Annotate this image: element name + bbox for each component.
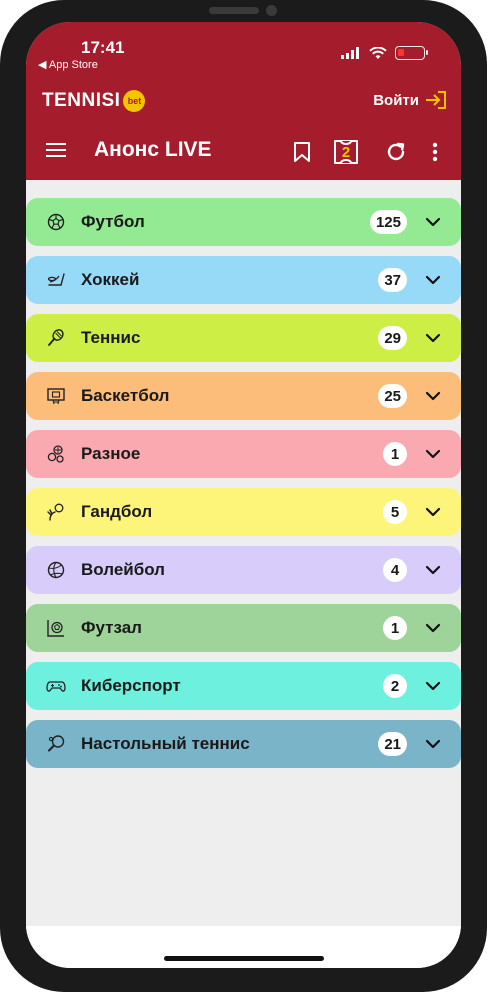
sport-name: Футбол [81, 212, 145, 231]
chevron-down-icon[interactable] [425, 446, 441, 462]
event-count-badge: 37 [378, 268, 407, 292]
chevron-down-icon[interactable] [425, 504, 441, 520]
chevron-down-icon[interactable] [425, 620, 441, 636]
login-button[interactable]: Войти [373, 90, 447, 110]
sport-name: Хоккей [81, 270, 140, 289]
event-count-badge: 25 [378, 384, 407, 408]
hamburger-menu-icon[interactable] [46, 142, 66, 158]
speaker-grille [209, 7, 259, 14]
basketball-icon [47, 388, 65, 405]
coupon-button[interactable]: 2 [332, 138, 360, 166]
sport-row-basketball[interactable]: Баскетбол 25 [26, 372, 461, 420]
coupon-count: 2 [341, 143, 351, 161]
event-count-badge: 2 [383, 674, 407, 698]
sport-row-tennis[interactable]: Теннис 29 [26, 314, 461, 362]
sport-name: Разное [81, 444, 141, 463]
sport-row-misc[interactable]: Разное 1 [26, 430, 461, 478]
sport-row-handball[interactable]: Гандбол 5 [26, 488, 461, 536]
sport-row-futsal[interactable]: Футзал 1 [26, 604, 461, 652]
event-count-badge: 125 [369, 210, 407, 234]
chevron-down-icon[interactable] [425, 214, 441, 230]
hockey-icon [47, 273, 65, 286]
toolbar: Анонс LIVE 2 [26, 130, 461, 174]
battery-icon [395, 46, 428, 60]
soccer-ball-icon [47, 213, 65, 231]
brand-bet-badge: bet [123, 90, 146, 112]
sport-name: Киберспорт [81, 676, 181, 695]
event-count-badge: 5 [383, 500, 407, 524]
login-icon [426, 91, 446, 109]
brand-logo[interactable]: TENNISI bet [42, 90, 146, 112]
brand-name: TENNISI [42, 90, 121, 111]
status-icons [341, 46, 428, 60]
sport-name: Теннис [81, 328, 141, 347]
event-count-badge: 29 [378, 326, 407, 350]
chevron-down-icon[interactable] [425, 678, 441, 694]
sport-name: Настольный теннис [81, 734, 250, 753]
app-screen: 17:41 ◀ App Store TENNISI bet Войти Анон… [26, 22, 461, 968]
sport-row-table-tennis[interactable]: Настольный теннис 21 [26, 720, 461, 768]
more-vertical-icon [432, 142, 438, 162]
handball-icon [47, 503, 64, 521]
login-label: Войти [373, 91, 419, 109]
page-title: Анонс LIVE [94, 138, 212, 161]
phone-frame: 17:41 ◀ App Store TENNISI bet Войти Анон… [0, 0, 487, 992]
app-header: 17:41 ◀ App Store TENNISI bet Войти Анон… [26, 22, 461, 180]
sport-row-volleyball[interactable]: Волейбол 4 [26, 546, 461, 594]
more-options-button[interactable] [421, 138, 449, 166]
volume-down-button [0, 318, 4, 388]
misc-sports-icon [47, 445, 64, 463]
tennis-icon [48, 329, 64, 346]
refresh-icon [387, 142, 405, 161]
chevron-down-icon[interactable] [425, 388, 441, 404]
futsal-icon [47, 620, 64, 637]
chevron-down-icon[interactable] [425, 330, 441, 346]
mute-switch [0, 146, 4, 186]
chevron-down-icon[interactable] [425, 562, 441, 578]
sport-row-hockey[interactable]: Хоккей 37 [26, 256, 461, 304]
refresh-button[interactable] [382, 138, 410, 166]
bottom-safe-area [26, 926, 461, 968]
sport-name: Баскетбол [81, 386, 170, 405]
sport-name: Волейбол [81, 560, 165, 579]
chevron-down-icon[interactable] [425, 272, 441, 288]
status-time: 17:41 [81, 38, 125, 57]
home-indicator[interactable] [164, 956, 324, 961]
table-tennis-icon [48, 735, 65, 752]
back-to-app-store[interactable]: ◀ App Store [38, 58, 98, 71]
sport-name: Футзал [81, 618, 142, 637]
cellular-signal-icon [341, 47, 359, 59]
sport-row-football[interactable]: Футбол 125 [26, 198, 461, 246]
event-count-badge: 1 [383, 442, 407, 466]
front-camera [266, 5, 277, 16]
gamepad-icon [46, 681, 66, 692]
wifi-icon [369, 46, 387, 59]
volleyball-icon [47, 561, 65, 579]
sport-row-esports[interactable]: Киберспорт 2 [26, 662, 461, 710]
chevron-down-icon[interactable] [425, 736, 441, 752]
event-count-badge: 1 [383, 616, 407, 640]
bookmark-icon [294, 142, 310, 162]
bookmark-button[interactable] [288, 138, 316, 166]
event-count-badge: 4 [383, 558, 407, 582]
volume-up-button [0, 222, 4, 292]
power-button [483, 250, 487, 360]
sport-name: Гандбол [81, 502, 153, 521]
event-count-badge: 21 [378, 732, 407, 756]
